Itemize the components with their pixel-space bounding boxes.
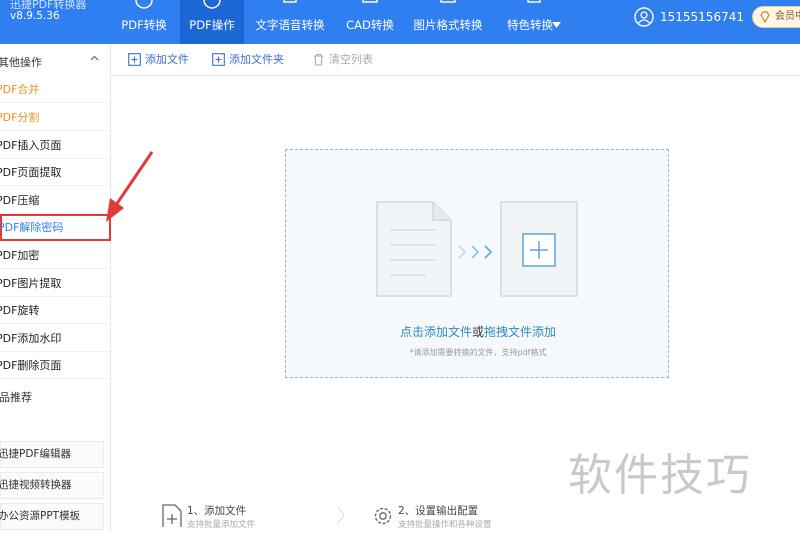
vip-center-button[interactable]: 会员中心: [752, 6, 800, 28]
sidebar-item-label: PDF解除密码: [0, 221, 64, 234]
add-file-icon: [128, 53, 141, 66]
sidebar-item-label: PDF添加水印: [0, 332, 62, 345]
sidebar-item-pdf-rotate[interactable]: PDF旋转: [0, 297, 111, 324]
chevron-up-icon: [90, 55, 99, 61]
file-plus-icon: [162, 504, 182, 527]
vip-label: 会员中心: [775, 11, 800, 22]
diamond-icon: [760, 11, 770, 23]
toolbar: 添加文件 添加文件夹 清空列表: [111, 44, 800, 76]
convert-icon: [135, 0, 153, 9]
tab-label: 文字语音转换: [255, 18, 325, 32]
recommend-item-label: 办公资源PPT模板: [0, 510, 81, 522]
step-title: 1、添加文件: [187, 505, 247, 517]
drop-instruction: 点击添加文件或拖拽文件添加: [286, 323, 670, 340]
sidebar-item-label: PDF压缩: [0, 194, 40, 207]
app-version: v8.9.5.36: [10, 10, 60, 22]
tab-pdf-operate[interactable]: PDF操作: [180, 0, 244, 44]
sidebar-item-pdf-page-extract[interactable]: PDF页面提取: [0, 159, 111, 186]
user-avatar-icon: [634, 7, 654, 27]
chevron-right-icon: [337, 506, 345, 524]
sidebar-item-pdf-merge[interactable]: PDF合并: [0, 76, 111, 103]
section-title: 其他操作: [0, 56, 42, 69]
sidebar-item-pdf-encrypt[interactable]: PDF加密: [0, 242, 111, 269]
watermark-text: 软件技巧: [568, 450, 752, 501]
sidebar-item-pdf-split[interactable]: PDF分割: [0, 104, 111, 131]
recommend-item-label: 迅捷PDF编辑器: [0, 448, 71, 460]
add-folder-button[interactable]: 添加文件夹: [212, 53, 284, 67]
drop-hint: *请添加需要转换的文件，支持pdf格式: [409, 348, 547, 357]
add-file-button[interactable]: 添加文件: [128, 53, 189, 67]
gear-icon: [374, 507, 392, 525]
sidebar-section-header[interactable]: 其他操作: [0, 52, 111, 72]
chevrons-right-icon: [458, 245, 493, 259]
sidebar-item-pdf-insert-page[interactable]: PDF插入页面: [0, 132, 111, 159]
tab-image-format[interactable]: 图片格式转换: [408, 0, 488, 44]
sidebar-item-pdf-delete-page[interactable]: PDF删除页面: [0, 352, 111, 379]
click-add-link[interactable]: 点击添加文件: [400, 325, 472, 339]
sidebar-item-pdf-compress[interactable]: PDF压缩: [0, 187, 111, 214]
tab-pdf-convert[interactable]: PDF转换: [108, 0, 180, 44]
clear-list-label: 清空列表: [329, 53, 373, 66]
document-icon: [376, 201, 452, 297]
feature-icon: [527, 0, 541, 3]
sidebar-item-label: PDF旋转: [0, 304, 40, 317]
sidebar-item-label: PDF合并: [0, 83, 40, 96]
add-target-icon: [500, 201, 578, 297]
tab-label: PDF操作: [189, 18, 235, 32]
sidebar-item-pdf-remove-password[interactable]: PDF解除密码: [0, 214, 111, 241]
sidebar: 其他操作 PDF合并 PDF分割 PDF插入页面 PDF页面提取 PDF压缩 P…: [0, 44, 111, 531]
trash-icon: [314, 53, 323, 66]
sidebar-item-label: PDF删除页面: [0, 359, 62, 372]
top-bar: 迅捷PDF转换器 v8.9.5.36 PDF转换 PDF操作 文字语音转换 CA…: [0, 0, 800, 44]
tab-label: PDF转换: [121, 18, 167, 32]
user-phone: 15155156741: [660, 10, 744, 24]
step-subtitle: 支持批量操作和各种设置: [398, 520, 492, 530]
image-icon: [440, 0, 456, 3]
recommend-item-pdf-editor[interactable]: 迅捷PDF编辑器: [0, 441, 104, 468]
tab-label: 图片格式转换: [413, 18, 483, 32]
tab-feature[interactable]: 特色转换: [498, 0, 570, 44]
tab-cad[interactable]: CAD转换: [340, 0, 400, 44]
sidebar-item-pdf-watermark[interactable]: PDF添加水印: [0, 325, 111, 352]
recommend-item-ppt-template[interactable]: 办公资源PPT模板: [0, 503, 104, 530]
tab-label: CAD转换: [346, 18, 394, 32]
sidebar-item-label: PDF页面提取: [0, 166, 62, 179]
step-title: 2、设置输出配置: [398, 505, 479, 517]
sidebar-item-pdf-image-extract[interactable]: PDF图片提取: [0, 270, 111, 297]
add-folder-icon: [212, 53, 225, 66]
sidebar-item-label: PDF插入页面: [0, 139, 62, 152]
step-subtitle: 支持批量添加文件: [187, 520, 256, 530]
drag-add-link[interactable]: 拖拽文件添加: [484, 325, 556, 339]
sidebar-item-label: PDF加密: [0, 249, 40, 262]
add-folder-label: 添加文件夹: [229, 53, 284, 66]
tab-speech[interactable]: 文字语音转换: [250, 0, 330, 44]
cad-icon: [362, 0, 378, 3]
speech-icon: [283, 0, 297, 3]
file-drop-zone[interactable]: 点击添加文件或拖拽文件添加 *请添加需要转换的文件，支持pdf格式: [285, 149, 669, 378]
chevron-down-icon: [552, 22, 561, 28]
recommend-item-label: 迅捷视频转换器: [0, 479, 72, 491]
recommend-title: 产品推荐: [0, 391, 32, 404]
red-arrow-icon: [106, 151, 154, 222]
clear-list-button[interactable]: 清空列表: [312, 53, 373, 67]
operate-icon: [203, 0, 221, 9]
recommend-item-video-converter[interactable]: 迅捷视频转换器: [0, 472, 104, 499]
drop-illustration: [376, 201, 578, 297]
sidebar-item-label: PDF图片提取: [0, 277, 62, 290]
or-text: 或: [471, 325, 484, 339]
sidebar-item-label: PDF分割: [0, 111, 40, 124]
add-file-label: 添加文件: [145, 53, 189, 66]
